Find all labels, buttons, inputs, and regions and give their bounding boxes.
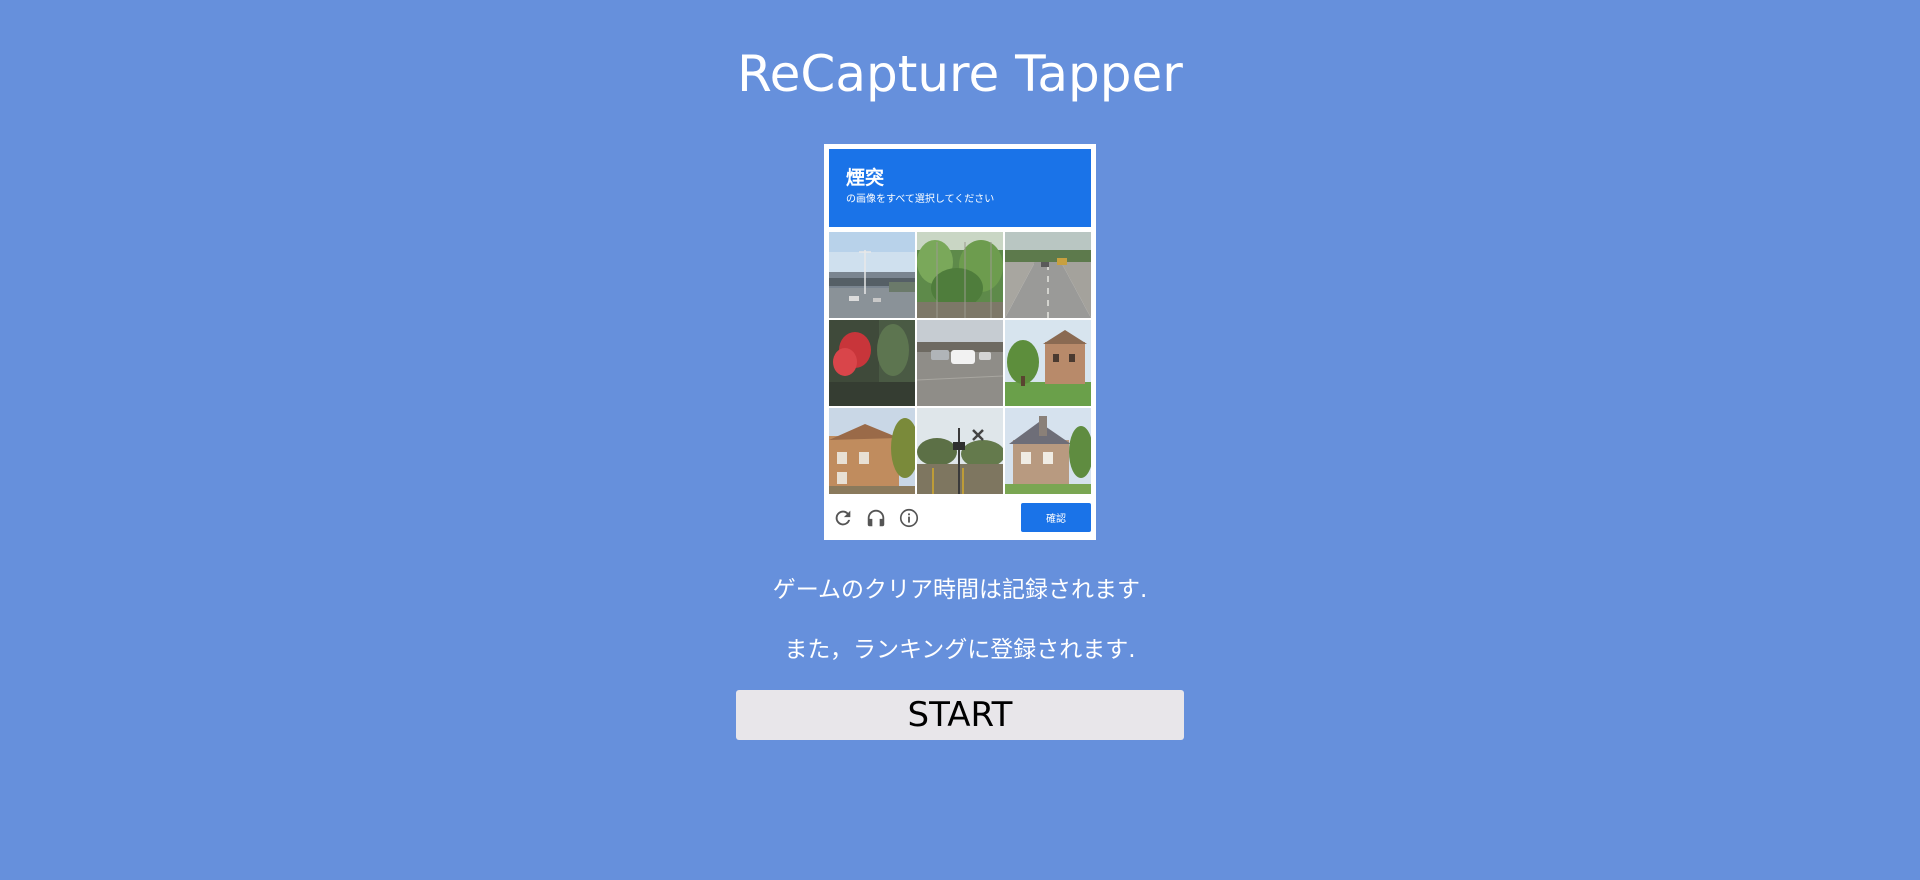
captcha-footer: 確認: [829, 500, 1091, 534]
captcha-tile-5[interactable]: [917, 320, 1003, 406]
motorbike-image: [829, 320, 915, 406]
info-icon[interactable]: [898, 507, 920, 529]
page-title: ReCapture Tapper: [737, 45, 1183, 103]
captcha-target-word: 煙突: [846, 167, 885, 189]
house-trees-image: [1005, 320, 1091, 406]
reload-icon[interactable]: [832, 507, 854, 529]
house-image: [829, 408, 915, 494]
road-image: [1005, 232, 1091, 318]
captcha-tile-9[interactable]: [1005, 408, 1091, 494]
street-car-image: [917, 320, 1003, 406]
captcha-tile-8[interactable]: [917, 408, 1003, 494]
overpass-image: [829, 232, 915, 318]
captcha-header: 煙突 の画像をすべて選択してください: [829, 149, 1091, 227]
captcha-tile-6[interactable]: [1005, 320, 1091, 406]
captcha-widget: 煙突 の画像をすべて選択してください 確認: [824, 144, 1096, 540]
clear-time-message: ゲームのクリア時間は記録されます.: [772, 577, 1148, 603]
verify-button[interactable]: 確認: [1021, 503, 1091, 532]
page: ReCapture Tapper 煙突 の画像をすべて選択してください 確認 ゲ…: [0, 0, 1920, 880]
ranking-message: また，ランキングに登録されます.: [784, 637, 1136, 663]
headphones-icon[interactable]: [865, 507, 887, 529]
captcha-tile-2[interactable]: [917, 232, 1003, 318]
captcha-tile-1[interactable]: [829, 232, 915, 318]
captcha-image-grid: [829, 232, 1091, 494]
chimney-house-image: [1005, 408, 1091, 494]
captcha-tile-4[interactable]: [829, 320, 915, 406]
captcha-tile-7[interactable]: [829, 408, 915, 494]
captcha-tile-3[interactable]: [1005, 232, 1091, 318]
bushes-image: [917, 232, 1003, 318]
start-button[interactable]: START: [736, 690, 1184, 740]
crossing-image: [917, 408, 1003, 494]
captcha-instruction: の画像をすべて選択してください: [846, 194, 995, 205]
